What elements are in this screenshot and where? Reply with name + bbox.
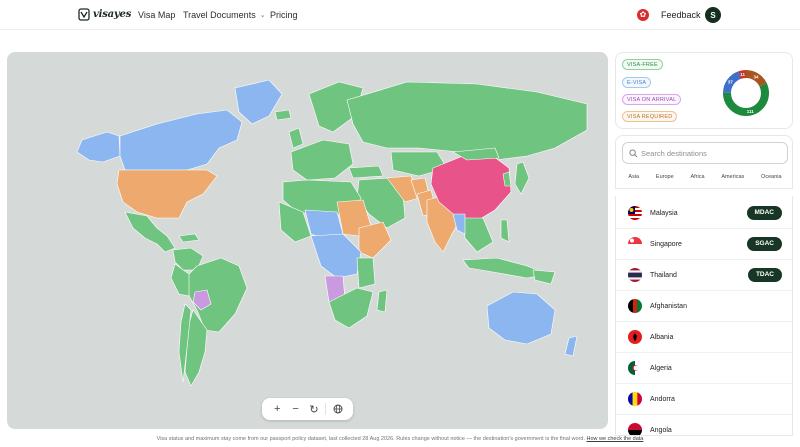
donut-label: 111 <box>747 109 755 114</box>
destination-row[interactable]: Albania <box>616 322 792 353</box>
visa-summary-donut: 34 111 37 11 <box>723 70 769 116</box>
singapore-flag-icon <box>628 237 642 251</box>
destination-name: Algeria <box>650 364 672 372</box>
region-uk <box>288 127 304 149</box>
destination-name: Malaysia <box>650 209 678 217</box>
region-southeast-asia <box>462 217 494 253</box>
destination-row[interactable]: Thailand TDAC <box>616 260 792 291</box>
region-philippines <box>500 219 510 243</box>
andorra-flag-icon <box>628 392 642 406</box>
donut-label: 11 <box>740 72 745 77</box>
brand-name: visayes <box>93 9 132 20</box>
region-sahel <box>304 209 344 239</box>
world-map-svg[interactable] <box>7 52 608 429</box>
world-map[interactable] <box>7 52 608 429</box>
visayes-logo-icon <box>78 8 90 21</box>
region-caribbean <box>178 233 200 243</box>
region-central-africa <box>310 233 362 279</box>
search-box[interactable] <box>622 142 788 164</box>
region-filter-americas[interactable]: Americas <box>721 174 744 180</box>
region-east-africa <box>356 257 376 289</box>
albania-flag-icon <box>628 330 642 344</box>
legend-visa-on-arrival[interactable]: VISA ON ARRIVAL <box>622 94 682 105</box>
destination-name: Andorra <box>650 395 675 403</box>
donut-label: 37 <box>728 80 734 85</box>
search-card: Asia Europe Africa Americas Oceania <box>615 135 793 189</box>
legend-e-visa[interactable]: E-VISA <box>622 77 652 88</box>
legend-visa-required[interactable]: VISA REQUIRED <box>622 111 678 122</box>
destination-row[interactable]: Andorra <box>616 384 792 415</box>
region-japan <box>514 161 530 195</box>
destination-row[interactable]: Algeria <box>616 353 792 384</box>
destination-list: Malaysia MDAC Singapore SGAC Thailand TD… <box>615 196 793 436</box>
region-png <box>532 269 556 285</box>
footer-link[interactable]: How we check the data <box>587 436 644 442</box>
region-filter-asia[interactable]: Asia <box>628 174 639 180</box>
destination-name: Angola <box>650 426 672 434</box>
region-greenland <box>234 79 283 125</box>
reset-icon[interactable]: ↻ <box>307 402 321 416</box>
legend-card: VISA-FREE E-VISA VISA ON ARRIVAL VISA RE… <box>615 52 793 129</box>
nav-travel-documents[interactable]: Travel Documents ⌄ <box>183 10 266 20</box>
globe-icon[interactable] <box>331 402 345 416</box>
thailand-flag-icon <box>628 268 642 282</box>
legend-visa-free[interactable]: VISA-FREE <box>622 59 663 70</box>
angola-flag-icon <box>628 423 642 435</box>
search-input[interactable] <box>641 148 786 158</box>
nav-visa-map[interactable]: Visa Map <box>138 10 175 20</box>
nav-pricing[interactable]: Pricing <box>270 10 298 20</box>
arrival-card-badge[interactable]: SGAC <box>747 237 782 251</box>
destination-row[interactable]: Malaysia MDAC <box>616 198 792 229</box>
region-alaska <box>76 131 121 163</box>
donut-label: 34 <box>753 74 759 79</box>
malaysia-flag-icon <box>628 206 642 220</box>
destination-name: Thailand <box>650 271 677 279</box>
brand-logo[interactable]: visayes <box>78 8 131 21</box>
region-madagascar <box>376 289 388 313</box>
destination-name: Albania <box>650 333 674 341</box>
nav-travel-documents-label: Travel Documents <box>183 10 256 20</box>
region-usa <box>116 169 218 219</box>
zoom-out-icon[interactable]: − <box>289 402 303 416</box>
user-avatar[interactable]: S <box>705 7 721 23</box>
region-filters: Asia Europe Africa Americas Oceania <box>616 174 794 180</box>
chevron-down-icon: ⌄ <box>259 12 266 19</box>
top-nav: visayes Visa Map Travel Documents ⌄ Pric… <box>0 0 800 30</box>
region-australia <box>486 291 556 345</box>
footer-text: Visa status and maximum stay come from o… <box>156 436 585 442</box>
region-iceland <box>274 109 292 121</box>
arrival-card-badge[interactable]: TDAC <box>747 268 782 282</box>
region-new-zealand <box>564 335 578 357</box>
search-icon <box>629 148 638 157</box>
zoom-in-icon[interactable]: + <box>270 402 284 416</box>
arrival-card-badge[interactable]: MDAC <box>746 206 782 220</box>
destination-row[interactable]: Afghanistan <box>616 291 792 322</box>
afghanistan-flag-icon <box>628 299 642 313</box>
region-filter-europe[interactable]: Europe <box>656 174 674 180</box>
footer-note: Visa status and maximum stay come from o… <box>0 436 800 442</box>
destination-row[interactable]: Singapore SGAC <box>616 229 792 260</box>
destination-name: Singapore <box>650 240 682 248</box>
hong-kong-flag-icon[interactable] <box>637 9 649 21</box>
region-russia <box>346 81 588 161</box>
region-filter-africa[interactable]: Africa <box>690 174 704 180</box>
region-turkey <box>348 165 384 179</box>
map-controls: + − ↻ <box>262 398 353 420</box>
region-filter-oceania[interactable]: Oceania <box>761 174 782 180</box>
destination-row[interactable]: Angola <box>616 415 792 435</box>
algeria-flag-icon <box>628 361 642 375</box>
destination-name: Afghanistan <box>650 302 687 310</box>
region-canada <box>119 109 243 171</box>
feedback-link[interactable]: Feedback <box>661 10 701 20</box>
region-western-europe <box>290 139 354 181</box>
control-divider <box>325 403 327 415</box>
